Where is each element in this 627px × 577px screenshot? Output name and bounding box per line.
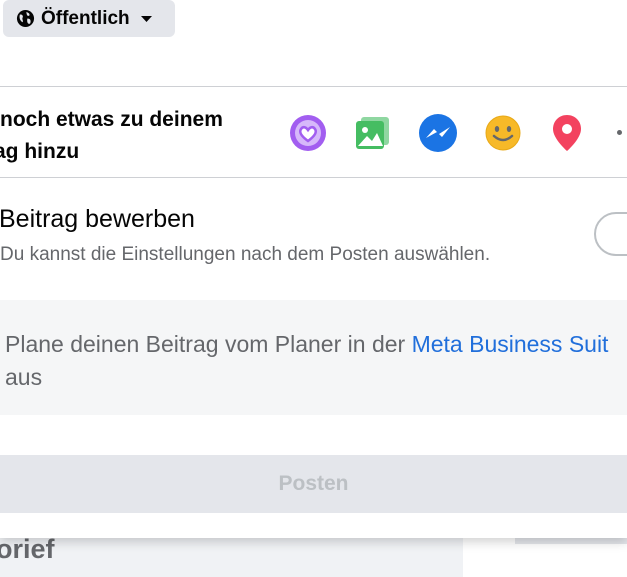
caret-down-icon (140, 15, 153, 23)
promote-post-description: Du kannst die Einstellungen nach dem Pos… (0, 244, 491, 265)
audience-selector-button[interactable]: Öffentlich (3, 0, 175, 37)
messenger-icon[interactable] (418, 113, 458, 153)
globe-icon (16, 9, 35, 28)
post-button[interactable]: Posten (0, 455, 627, 513)
promote-post-toggle[interactable] (594, 212, 627, 256)
audience-label: Öffentlich (41, 7, 130, 29)
promote-post-title: Beitrag bewerben (0, 205, 195, 233)
add-to-post-line1: noch etwas zu deinem (0, 108, 223, 131)
feeling-heart-icon[interactable] (288, 113, 328, 153)
location-pin-icon[interactable] (547, 113, 587, 153)
add-to-post-label: noch etwas zu deinem ag hinzu (0, 104, 223, 168)
add-to-post-line2: ag hinzu (0, 140, 80, 163)
background-card-accent (515, 538, 627, 544)
schedule-info-text: Plane deinen Beitrag vom Planer in der M… (5, 328, 627, 394)
create-post-dialog: Öffentlich noch etwas zu deinem ag hinzu (0, 0, 627, 538)
emoji-icon[interactable] (483, 113, 523, 153)
meta-business-suite-link[interactable]: Meta Business Suit (412, 331, 609, 357)
toggle-knob (600, 218, 627, 250)
schedule-info-suffix: aus (5, 364, 43, 390)
background-partial-text: orief (0, 534, 55, 564)
schedule-info-prefix: Plane deinen Beitrag vom Planer in der (5, 331, 412, 357)
more-icon[interactable] (617, 127, 627, 137)
photo-icon[interactable] (352, 113, 392, 153)
